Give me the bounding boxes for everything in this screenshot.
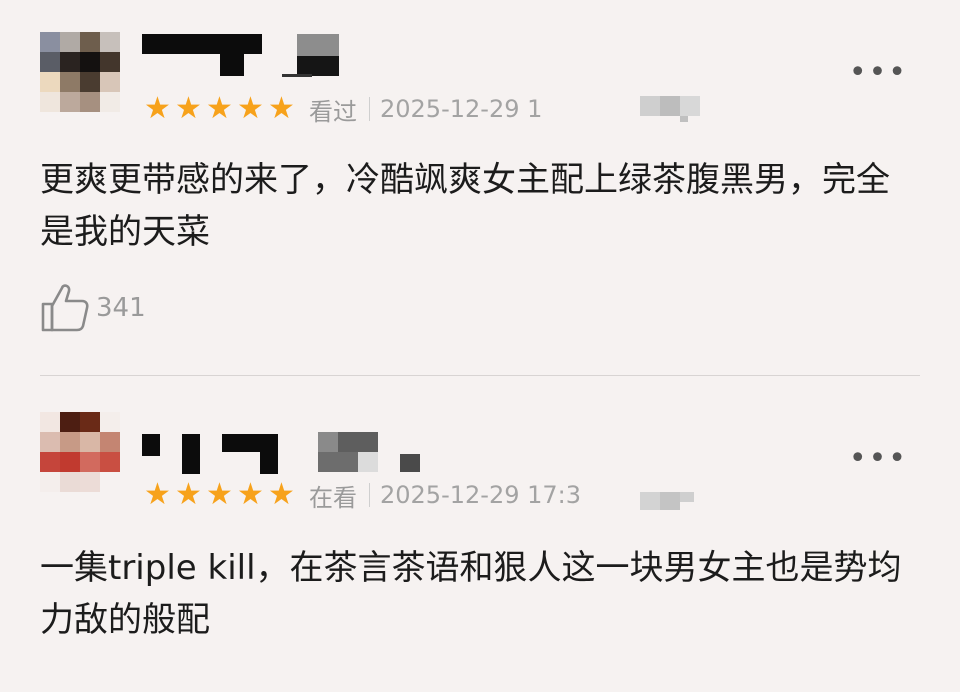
star-icon: ★ <box>175 91 202 126</box>
star-icon: ★ <box>268 91 295 126</box>
star-icon: ★ <box>144 91 171 126</box>
watch-status: 在看 <box>309 483 357 512</box>
avatar[interactable] <box>40 412 120 492</box>
review-text: 一集triple kill，在茶言茶语和狠人这一块男女主也是势均力敌的般配 <box>40 548 902 640</box>
review-meta: ★ ★ ★ ★ ★ 在看 2025-12-29 17:3 <box>142 480 581 512</box>
location-redacted <box>640 490 700 512</box>
star-icon: ★ <box>268 477 295 512</box>
review-card: ••• ★ ★ ★ ★ ★ 看过 2025-12-29 1 更爽更带感的来了，冷… <box>0 0 960 376</box>
more-options-button[interactable]: ••• <box>849 444 908 474</box>
star-icon: ★ <box>237 91 264 126</box>
review-date: 2025-12-29 17:3 <box>380 481 581 509</box>
review-meta: ★ ★ ★ ★ ★ 看过 2025-12-29 1 <box>142 94 543 126</box>
star-icon: ★ <box>206 477 233 512</box>
star-icon: ★ <box>144 477 171 512</box>
avatar[interactable] <box>40 32 120 112</box>
star-rating: ★ ★ ★ ★ ★ <box>142 94 297 124</box>
watch-status: 看过 <box>309 97 357 126</box>
review-date: 2025-12-29 1 <box>380 95 543 123</box>
star-icon: ★ <box>175 477 202 512</box>
username[interactable] <box>142 426 432 474</box>
star-icon: ★ <box>237 477 264 512</box>
meta-separator <box>369 483 370 507</box>
location-redacted <box>640 96 700 124</box>
like-count: 341 <box>96 293 146 323</box>
review-card: ••• ★ ★ ★ ★ ★ 在看 2025-12-29 17:3 一集tripl… <box>0 376 960 692</box>
meta-separator <box>369 97 370 121</box>
review-text: 更爽更带感的来了，冷酷飒爽女主配上绿茶腹黑男，完全是我的天菜 <box>40 160 890 252</box>
more-options-button[interactable]: ••• <box>849 58 908 88</box>
username[interactable] <box>142 34 352 78</box>
star-icon: ★ <box>206 91 233 126</box>
star-rating: ★ ★ ★ ★ ★ <box>142 480 297 510</box>
thumbs-up-icon <box>41 284 89 332</box>
like-button[interactable]: 341 <box>40 282 146 334</box>
